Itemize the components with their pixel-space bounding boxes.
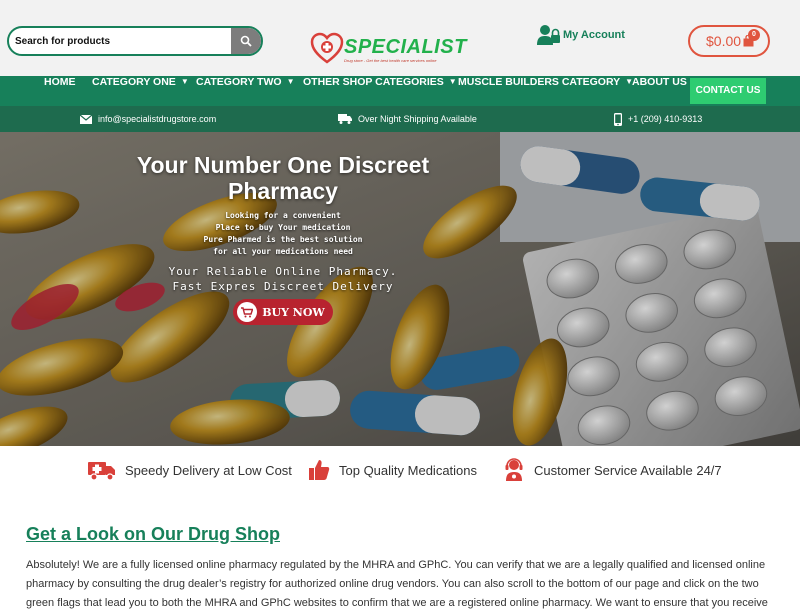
cart-count-badge: 0: [748, 29, 760, 41]
search-icon: [240, 35, 252, 47]
shipping-info: Over Night Shipping Available: [338, 106, 477, 132]
thumbs-up-icon: [309, 460, 330, 480]
hero-subtext-line: Looking for a convenient: [225, 211, 341, 220]
hero-tagline-line-2: Fast Expres Discreet Delivery: [172, 280, 394, 293]
logo-tagline: Drug store - Get the best health care se…: [344, 58, 437, 63]
info-bar: info@specialistdrugstore.com Over Night …: [0, 106, 800, 132]
site-logo[interactable]: SPECIALIST Drug store - Get the best hea…: [310, 32, 470, 68]
support-agent-icon: [505, 458, 523, 481]
feature-customer-service: Customer Service Available 24/7: [503, 458, 722, 482]
hero-tagline: Your Reliable Online Pharmacy. Fast Expr…: [90, 264, 476, 294]
feature-label: Speedy Delivery at Low Cost: [125, 462, 292, 478]
nav-about-us-label: ABOUT US: [632, 76, 687, 88]
my-account-label: My Account: [563, 29, 625, 41]
heart-pill-logo-icon: [310, 32, 344, 64]
nav-category-one-label: CATEGORY ONE: [92, 76, 176, 88]
buy-now-button[interactable]: BUY NOW: [233, 299, 333, 325]
hero-subtext-line: Pure Pharmed is the best solution: [203, 235, 363, 244]
hero-title-line-1: Your Number One Discreet: [136, 152, 430, 178]
email-text: info@specialistdrugstore.com: [98, 114, 217, 124]
site-header: SPECIALIST Drug store - Get the best hea…: [0, 20, 800, 76]
hero-subtext: Looking for a convenient Place to buy Yo…: [90, 210, 476, 258]
feature-label: Customer Service Available 24/7: [534, 462, 722, 478]
logo-wordmark: SPECIALIST: [344, 36, 467, 58]
nav-about-us[interactable]: ABOUT US: [632, 76, 687, 106]
hero-content: Your Number One Discreet Pharmacy Lookin…: [90, 152, 476, 325]
hero-subtext-line: Place to buy Your medication: [215, 223, 351, 232]
email-info[interactable]: info@specialistdrugstore.com: [80, 106, 216, 132]
phone-info[interactable]: +1 (209) 410-9313: [614, 106, 702, 132]
cart-button[interactable]: $0.00 0: [688, 25, 770, 57]
drug-shop-heading[interactable]: Get a Look on Our Drug Shop: [26, 524, 280, 545]
feature-speedy-delivery: Speedy Delivery at Low Cost: [88, 458, 292, 482]
shipping-text: Over Night Shipping Available: [358, 114, 477, 124]
nav-contact-us-button[interactable]: CONTACT US: [690, 78, 766, 104]
search-button[interactable]: [231, 28, 261, 54]
nav-muscle-builders-category-label: MUSCLE BUILDERS CATEGORY: [458, 76, 621, 88]
chevron-down-icon: ▼: [286, 77, 295, 86]
feature-label: Top Quality Medications: [339, 462, 478, 478]
search-bar: [7, 26, 263, 56]
cart-total: $0.00: [706, 33, 742, 49]
envelope-icon: [80, 114, 92, 124]
phone-text: +1 (209) 410-9313: [628, 114, 703, 124]
truck-icon: [338, 114, 352, 124]
hero-tagline-line-1: Your Reliable Online Pharmacy.: [168, 265, 398, 278]
ambulance-icon: [88, 462, 115, 481]
main-navigation: HOME CATEGORY ONE ▼ CATEGORY TWO ▼ OTHER S…: [0, 76, 800, 106]
nav-category-two-label: CATEGORY TWO: [196, 76, 282, 88]
hero-title-line-2: Pharmacy: [228, 178, 338, 204]
nav-home-label: HOME: [44, 76, 76, 88]
top-strip: [0, 0, 800, 20]
shopping-cart-icon: [237, 302, 258, 322]
chevron-down-icon: ▼: [180, 77, 189, 86]
nav-category-one[interactable]: CATEGORY ONE ▼: [92, 76, 189, 106]
hero-banner: Your Number One Discreet Pharmacy Lookin…: [0, 132, 800, 446]
nav-other-shop-categories-label: OTHER SHOP CATEGORIES: [303, 76, 444, 88]
feature-top-quality: Top Quality Medications: [308, 458, 477, 482]
search-input[interactable]: [9, 28, 233, 54]
hero-subtext-line: for all your medications need: [213, 247, 353, 256]
nav-category-two[interactable]: CATEGORY TWO ▼: [196, 76, 294, 106]
buy-now-label: BUY NOW: [262, 305, 325, 319]
drug-shop-description: Absolutely! We are a fully licensed onli…: [26, 559, 768, 609]
my-account-link[interactable]: My Account: [537, 24, 625, 46]
nav-home[interactable]: HOME: [44, 76, 76, 106]
chevron-down-icon: ▼: [448, 77, 457, 86]
nav-other-shop-categories[interactable]: OTHER SHOP CATEGORIES ▼: [303, 76, 457, 106]
features-strip: Speedy Delivery at Low Cost Top Quality …: [0, 446, 800, 494]
nav-muscle-builders-category[interactable]: MUSCLE BUILDERS CATEGORY ▼: [458, 76, 633, 106]
mobile-phone-icon: [614, 112, 622, 126]
user-lock-icon: [537, 25, 560, 45]
